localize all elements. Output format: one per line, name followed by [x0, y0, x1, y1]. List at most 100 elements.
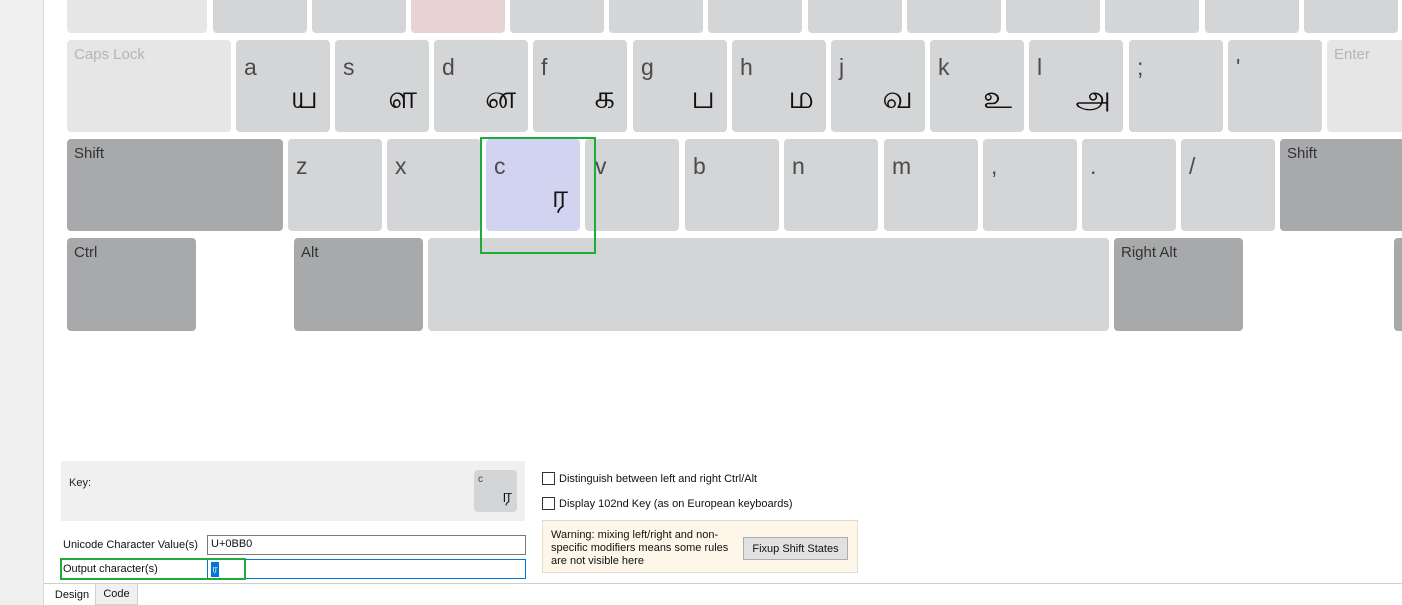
key-s[interactable]: s ள	[335, 40, 429, 132]
shift-right-label: Shift	[1287, 145, 1318, 162]
key-g[interactable]: g ப	[633, 40, 727, 132]
key-semicolon[interactable]: ;	[1129, 40, 1223, 132]
alt-label: Alt	[301, 244, 319, 261]
fixup-shift-states-button[interactable]: Fixup Shift States	[743, 537, 848, 560]
key-output-char: ன	[484, 78, 516, 116]
key-top-6[interactable]	[609, 0, 703, 33]
key-base-char: g	[641, 54, 654, 80]
preview-base-char: c	[478, 474, 483, 485]
key-base-char: k	[938, 54, 950, 80]
key-info-panel: Key: c ர	[61, 461, 525, 521]
enter-label: Enter	[1334, 46, 1370, 63]
key-top-3[interactable]	[312, 0, 406, 33]
distinguish-label: Distinguish between left and right Ctrl/…	[559, 472, 758, 485]
key-shift-left[interactable]: Shift	[67, 139, 283, 231]
key-base-char: n	[792, 153, 805, 179]
key-h[interactable]: h ம	[732, 40, 826, 132]
key-output-char: ப	[691, 78, 715, 116]
key-d[interactable]: d ன	[434, 40, 528, 132]
key-output-char: க	[594, 78, 615, 116]
key-output-char: உ	[982, 78, 1012, 116]
key-shift-right[interactable]: Shift	[1280, 139, 1402, 231]
key-base-char: ;	[1137, 54, 1144, 80]
output-field-highlight	[60, 558, 246, 580]
key-quote[interactable]: '	[1228, 40, 1322, 132]
key-top-10[interactable]	[1006, 0, 1100, 33]
preview-output-char: ர	[502, 485, 512, 507]
key-output-char: வ	[882, 78, 913, 116]
key-base-char: f	[541, 54, 548, 80]
key-top-1[interactable]	[67, 0, 207, 33]
key-top-7[interactable]	[708, 0, 802, 33]
unicode-value-field[interactable]: U+0BB0	[207, 535, 526, 555]
unicode-value-label: Unicode Character Value(s)	[63, 539, 198, 551]
key-base-char: v	[595, 153, 607, 179]
keyboard-editor: Caps Lock a ய s ள d ன f க g ப h ம j வ k …	[0, 0, 1402, 605]
key-z[interactable]: z	[288, 139, 382, 231]
key-caps-lock[interactable]: Caps Lock	[67, 40, 231, 132]
key-base-char: l	[1037, 54, 1043, 80]
key-base-char: x	[395, 153, 407, 179]
key-j[interactable]: j வ	[831, 40, 925, 132]
key-top-4[interactable]	[411, 0, 505, 33]
right-alt-label: Right Alt	[1121, 244, 1177, 261]
key-v[interactable]: v	[585, 139, 679, 231]
key-period[interactable]: .	[1082, 139, 1176, 231]
display102-checkbox[interactable]	[542, 497, 555, 510]
key-top-11[interactable]	[1105, 0, 1199, 33]
key-top-2[interactable]	[213, 0, 307, 33]
key-base-char: s	[343, 54, 355, 80]
warning-text: Warning: mixing left/right and non-speci…	[551, 529, 729, 567]
key-base-char: z	[296, 153, 308, 179]
output-chars-field[interactable]: ர	[207, 559, 526, 579]
modifier-warning: Warning: mixing left/right and non-speci…	[542, 520, 858, 573]
shift-left-label: Shift	[74, 145, 105, 162]
key-comma[interactable]: ,	[983, 139, 1077, 231]
key-output-char: ள	[388, 78, 417, 116]
key-ctrl[interactable]: Ctrl	[67, 238, 196, 331]
key-caption: Key:	[69, 477, 92, 489]
key-base-char: j	[839, 54, 845, 80]
key-m[interactable]: m	[884, 139, 978, 231]
key-right-alt[interactable]: Right Alt	[1114, 238, 1243, 331]
key-a[interactable]: a ய	[236, 40, 330, 132]
key-x[interactable]: x	[387, 139, 481, 231]
key-top-13[interactable]	[1304, 0, 1398, 33]
key-base-char: '	[1236, 54, 1241, 80]
key-k[interactable]: k உ	[930, 40, 1024, 132]
keyboard-layout: Caps Lock a ய s ள d ன f க g ப h ம j வ k …	[44, 0, 1402, 345]
caps-lock-label: Caps Lock	[74, 46, 145, 63]
key-base-char: b	[693, 153, 706, 179]
editor-tabs: Design Code	[44, 583, 1402, 605]
display-102nd-key-option[interactable]: Display 102nd Key (as on European keyboa…	[542, 497, 793, 510]
key-alt[interactable]: Alt	[294, 238, 423, 331]
key-b[interactable]: b	[685, 139, 779, 231]
key-output-char: ய	[290, 78, 318, 116]
key-base-char: a	[244, 54, 257, 80]
distinguish-ctrl-alt-option[interactable]: Distinguish between left and right Ctrl/…	[542, 472, 757, 485]
key-top-9[interactable]	[907, 0, 1001, 33]
ctrl-label: Ctrl	[74, 244, 98, 261]
left-panel-strip	[0, 0, 44, 605]
tab-design[interactable]: Design	[48, 584, 96, 605]
tab-code[interactable]: Code	[95, 584, 138, 605]
key-base-char: /	[1189, 153, 1196, 179]
key-base-char: h	[740, 54, 753, 80]
key-l[interactable]: l அ	[1029, 40, 1123, 132]
key-output-char: அ	[1075, 78, 1111, 116]
key-top-5[interactable]	[510, 0, 604, 33]
key-f[interactable]: f க	[533, 40, 627, 132]
distinguish-checkbox[interactable]	[542, 472, 555, 485]
key-enter[interactable]: Enter	[1327, 40, 1402, 132]
key-top-12[interactable]	[1205, 0, 1299, 33]
key-preview: c ர	[474, 470, 517, 512]
key-top-8[interactable]	[808, 0, 902, 33]
key-output-char: ம	[788, 78, 814, 116]
display102-label: Display 102nd Key (as on European keyboa…	[559, 497, 793, 510]
key-base-char: d	[442, 54, 455, 80]
key-n[interactable]: n	[784, 139, 878, 231]
key-base-char: ,	[991, 153, 998, 179]
key-slash[interactable]: /	[1181, 139, 1275, 231]
selected-key-highlight	[480, 137, 596, 254]
key-right-ctrl[interactable]	[1394, 238, 1402, 331]
